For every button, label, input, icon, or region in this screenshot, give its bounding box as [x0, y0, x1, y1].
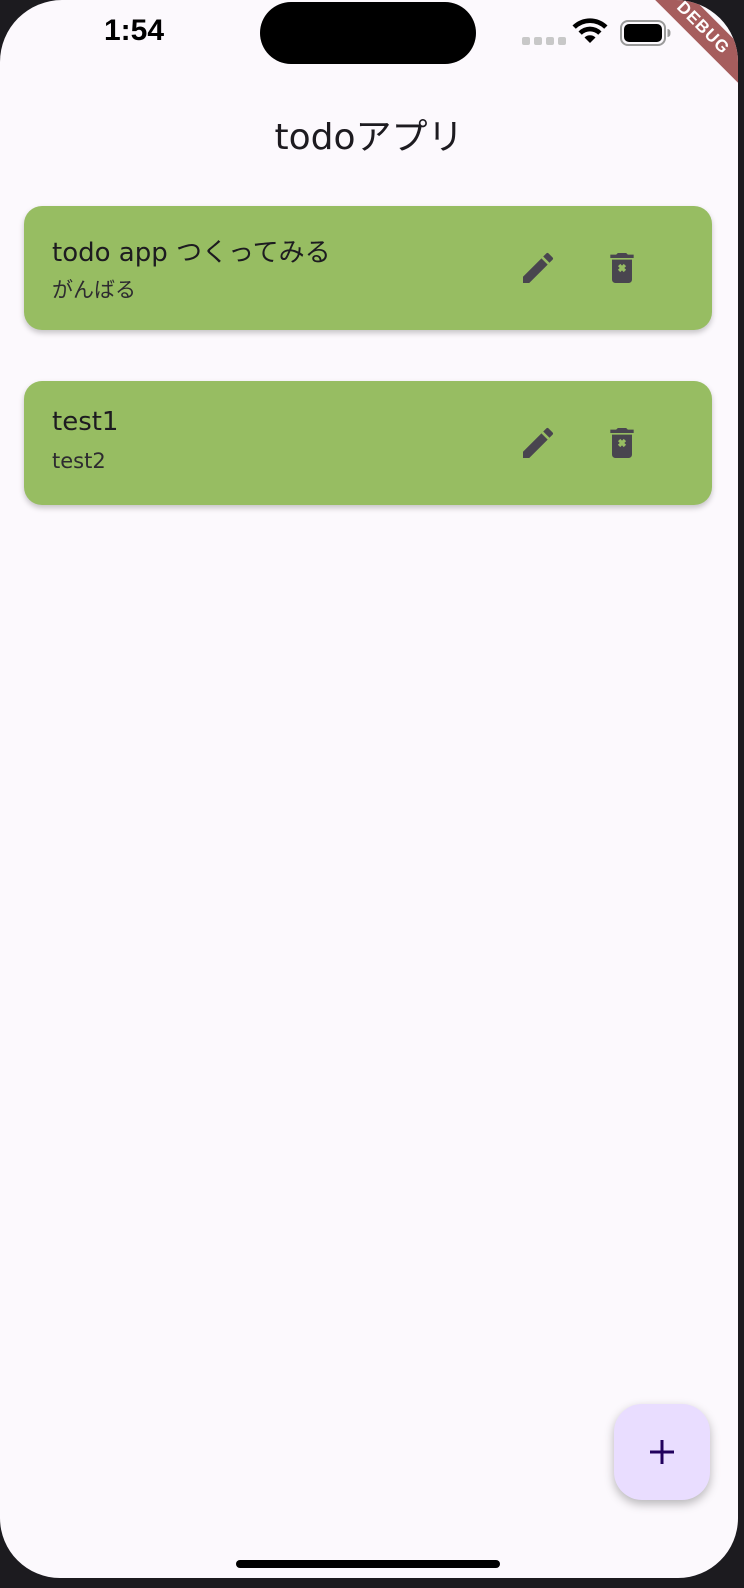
trash-x-icon[interactable]: [602, 423, 642, 463]
todo-title: todo app つくってみる: [52, 238, 331, 268]
wifi-icon: [572, 18, 608, 43]
cellular-signal-icon: [522, 37, 566, 45]
status-time: 1:54: [104, 14, 165, 47]
trash-x-icon[interactable]: [602, 248, 642, 288]
home-indicator[interactable]: [236, 1560, 500, 1568]
add-todo-button[interactable]: [614, 1404, 710, 1500]
todo-card[interactable]: todo app つくってみる がんばる: [24, 206, 712, 330]
todo-card[interactable]: test1 test2: [24, 381, 712, 505]
pencil-icon[interactable]: [518, 248, 558, 288]
device-frame: 1:54 DEBUG todoアプリ todo app つくってみる がんばる: [0, 0, 744, 1588]
todo-title: test1: [52, 407, 119, 437]
pencil-icon[interactable]: [518, 423, 558, 463]
todo-subtitle: test2: [52, 449, 106, 473]
plus-icon: [650, 1440, 674, 1464]
dynamic-island: [260, 2, 476, 64]
app-screen: 1:54 DEBUG todoアプリ todo app つくってみる がんばる: [0, 0, 738, 1578]
todo-subtitle: がんばる: [52, 278, 136, 302]
battery-icon: [620, 20, 671, 46]
page-title: todoアプリ: [274, 117, 464, 158]
